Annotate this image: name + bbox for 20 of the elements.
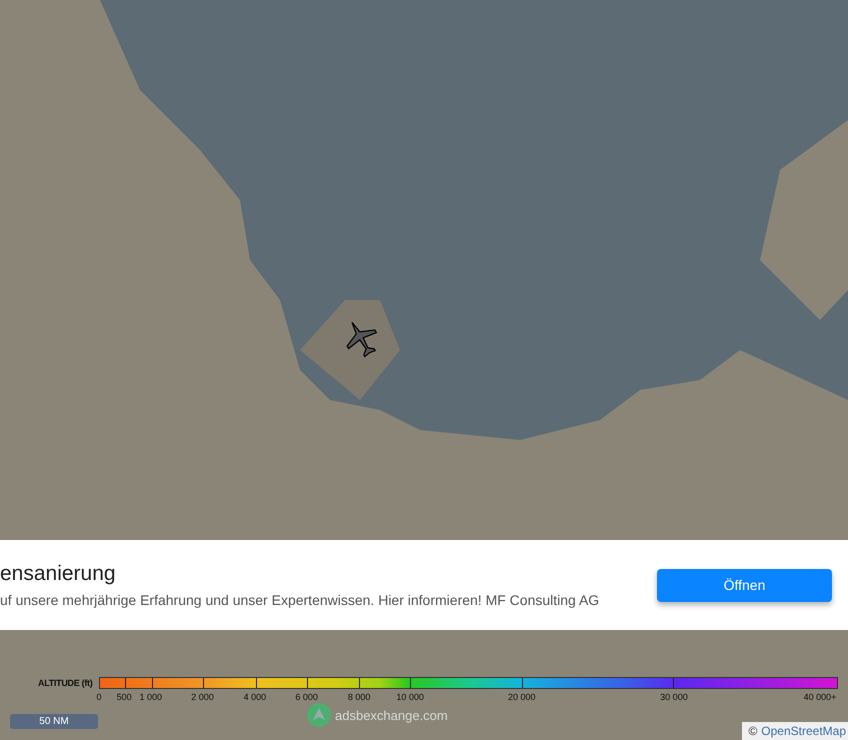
altitude-label: ALTITUDE (ft) [38,678,92,688]
open-button[interactable]: Öffnen [657,568,832,602]
altitude-tick-label: 30 000 [660,692,688,702]
altitude-tick-label: 20 000 [508,692,536,702]
ad-title: ensanierung [0,562,117,586]
altitude-tick-label: 0 [96,692,102,702]
altitude-tick-label: 10 000 [396,692,424,702]
altitude-tick-label: 500 [116,692,132,702]
altitude-tick-label: 1 000 [139,692,162,702]
altitude-tick-label: 8 000 [348,692,370,702]
copyright-symbol: © [748,724,758,738]
altitude-tick-label: 40 000+ [804,692,836,702]
openstreetmap-link[interactable]: OpenStreetMap [761,724,846,738]
logo-text: adsbexchange.com [335,708,448,722]
ad-text: uf unsere mehrjährige Erfahrung und unser Expertenwissen. Hier informieren! MF Consulting AG [0,592,600,608]
logo-icon [307,703,331,727]
altitude-tick-label: 4 000 [244,692,266,702]
altitude-tick-label: 2 000 [191,692,214,702]
altitude-tick-label: 6 000 [295,692,318,702]
scale-bar: 50 NM [10,714,98,729]
